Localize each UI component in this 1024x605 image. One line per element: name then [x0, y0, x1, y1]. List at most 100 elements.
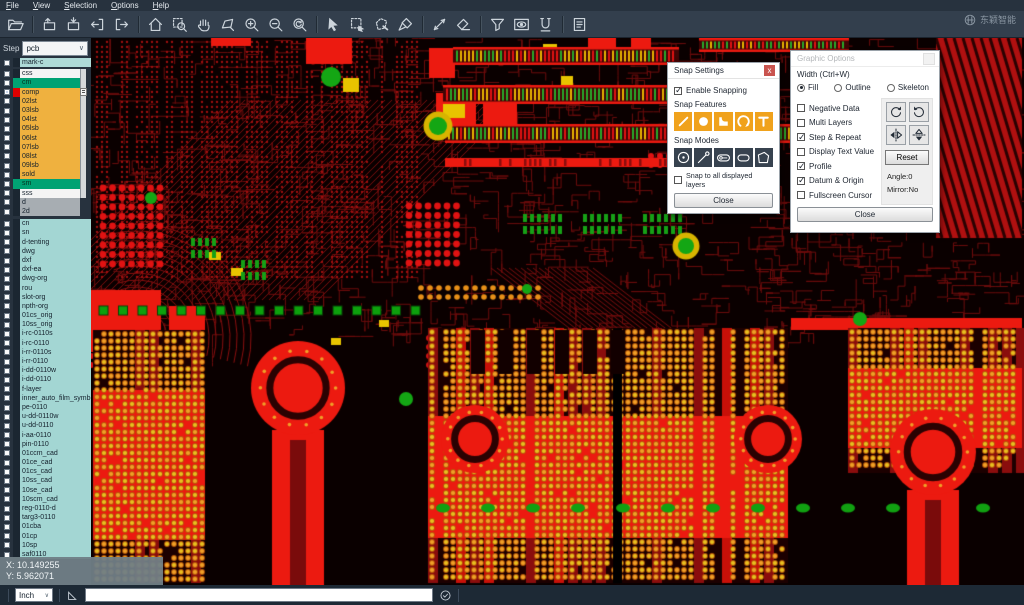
layer-visibility-checkbox[interactable] [0, 228, 13, 237]
layer-color-swatch[interactable] [13, 115, 20, 124]
measure-icon[interactable] [429, 14, 450, 35]
step-select[interactable]: pcb ∨ [22, 41, 88, 56]
mirror-v-icon[interactable] [909, 125, 929, 145]
layer-color-swatch[interactable] [13, 458, 20, 467]
rotate-ccw-icon[interactable] [909, 102, 929, 122]
layer-visibility-checkbox[interactable] [0, 69, 13, 78]
layer-color-swatch[interactable] [13, 134, 20, 143]
layer-color-swatch[interactable] [13, 161, 20, 170]
layer-visibility-checkbox[interactable] [0, 467, 13, 476]
snap-mode-edge-icon[interactable] [694, 148, 712, 167]
layer-color-swatch[interactable] [13, 124, 20, 133]
layer-row-10sp[interactable]: 10sp [0, 541, 91, 550]
layer-color-swatch[interactable] [13, 504, 20, 513]
layer-color-swatch[interactable] [13, 274, 20, 283]
layer-row-sm[interactable]: sm [0, 179, 80, 188]
layer-color-swatch[interactable] [13, 247, 20, 256]
menu-file[interactable]: File [6, 1, 19, 10]
layer-row-targ3-0110[interactable]: targ3-0110 [0, 513, 91, 522]
layer-row-css[interactable]: css [0, 69, 80, 78]
layer-color-swatch[interactable] [13, 170, 20, 179]
layer-color-swatch[interactable] [13, 189, 20, 198]
annotation-icon[interactable] [66, 589, 79, 602]
layer-color-swatch[interactable] [13, 320, 20, 329]
layer-visibility-checkbox[interactable] [0, 189, 13, 198]
layer-visibility-checkbox[interactable] [0, 458, 13, 467]
layer-visibility-checkbox[interactable] [0, 431, 13, 440]
layer-row-01cba[interactable]: 01cba [0, 522, 91, 531]
close-icon[interactable]: x [764, 65, 775, 76]
layer-color-swatch[interactable] [13, 78, 20, 87]
save-icon[interactable] [39, 14, 60, 35]
layer-row-cm[interactable]: cm [0, 78, 80, 87]
layer-row-10ss_cad[interactable]: 10ss_cad [0, 476, 91, 485]
layer-visibility-checkbox[interactable] [0, 124, 13, 133]
layer-color-swatch[interactable] [13, 541, 20, 550]
layer-visibility-checkbox[interactable] [0, 78, 13, 87]
layer-visibility-checkbox[interactable] [0, 219, 13, 228]
layer-color-swatch[interactable] [13, 106, 20, 115]
layer-row-dxf[interactable]: dxf [0, 256, 91, 265]
layer-color-swatch[interactable] [13, 476, 20, 485]
layer-row-08lst[interactable]: 08lst [0, 152, 80, 161]
rect-select-icon[interactable] [347, 14, 368, 35]
open-icon[interactable] [5, 14, 26, 35]
layer-row-d[interactable]: d [0, 198, 80, 207]
menu-options[interactable]: Options [111, 1, 139, 10]
snap-dialog-titlebar[interactable]: Snap Settings x [668, 63, 779, 79]
layer-row-01ccm_cad[interactable]: 01ccm_cad [0, 449, 91, 458]
layer-row-sss[interactable]: sss [0, 189, 80, 198]
layer-row-09lsb[interactable]: 09lsb [0, 161, 80, 170]
layer-visibility-checkbox[interactable] [0, 504, 13, 513]
layer-color-swatch[interactable] [13, 238, 20, 247]
layer-color-swatch[interactable] [13, 207, 20, 216]
menu-view[interactable]: View [33, 1, 50, 10]
snap-icon[interactable] [535, 14, 556, 35]
rotate-cw-icon[interactable] [886, 102, 906, 122]
layer-visibility-checkbox[interactable] [0, 532, 13, 541]
snap-feature-line-icon[interactable] [674, 112, 692, 131]
layer-color-swatch[interactable] [13, 467, 20, 476]
layer-visibility-checkbox[interactable] [0, 449, 13, 458]
layer-visibility-checkbox[interactable] [0, 293, 13, 302]
export-icon[interactable] [111, 14, 132, 35]
layer-visibility-checkbox[interactable] [0, 152, 13, 161]
layer-color-swatch[interactable] [13, 311, 20, 320]
layer-row-01ce_cad[interactable]: 01ce_cad [0, 458, 91, 467]
snap-mode-center-icon[interactable] [674, 148, 692, 167]
unit-select[interactable]: Inch ∨ [15, 588, 53, 602]
layer-visibility-checkbox[interactable] [0, 170, 13, 179]
layer-color-swatch[interactable] [13, 366, 20, 375]
layer-color-swatch[interactable] [13, 219, 20, 228]
layer-visibility-checkbox[interactable] [0, 238, 13, 247]
snap-mode-slot-icon[interactable] [714, 148, 732, 167]
filter-icon[interactable] [487, 14, 508, 35]
layer-visibility-checkbox[interactable] [0, 265, 13, 274]
zoom-out-icon[interactable] [265, 14, 286, 35]
checkbox-icon[interactable] [674, 87, 682, 95]
zoom-reset-icon[interactable] [289, 14, 310, 35]
layer-row-01cp[interactable]: 01cp [0, 532, 91, 541]
layer-visibility-checkbox[interactable] [0, 348, 13, 357]
layer-visibility-checkbox[interactable] [0, 97, 13, 106]
layer-row-01cs_orig[interactable]: 01cs_orig [0, 311, 91, 320]
layer-visibility-checkbox[interactable] [0, 394, 13, 403]
layer-visibility-checkbox[interactable] [0, 88, 13, 97]
layer-color-swatch[interactable] [13, 198, 20, 207]
layer-row-pin-0110[interactable]: pin-0110 [0, 440, 91, 449]
layer-color-swatch[interactable] [13, 522, 20, 531]
layer-visibility-checkbox[interactable] [0, 366, 13, 375]
layer-row-slot-org[interactable]: slot-org [0, 293, 91, 302]
layer-visibility-checkbox[interactable] [0, 284, 13, 293]
poly-select-icon[interactable] [371, 14, 392, 35]
zoom-window-icon[interactable] [169, 14, 190, 35]
view-options-icon[interactable] [511, 14, 532, 35]
layer-color-swatch[interactable] [13, 375, 20, 384]
layer-row-inner_auto_film_symb[interactable]: inner_auto_film_symb [0, 394, 91, 403]
layer-color-swatch[interactable] [13, 440, 20, 449]
layer-row-07lsb[interactable]: 07lsb [0, 143, 80, 152]
layer-visibility-checkbox[interactable] [0, 476, 13, 485]
layer-color-swatch[interactable] [13, 431, 20, 440]
layer-color-swatch[interactable] [13, 88, 20, 97]
layer-row-u-dd-0110w[interactable]: u-dd-0110w [0, 412, 91, 421]
